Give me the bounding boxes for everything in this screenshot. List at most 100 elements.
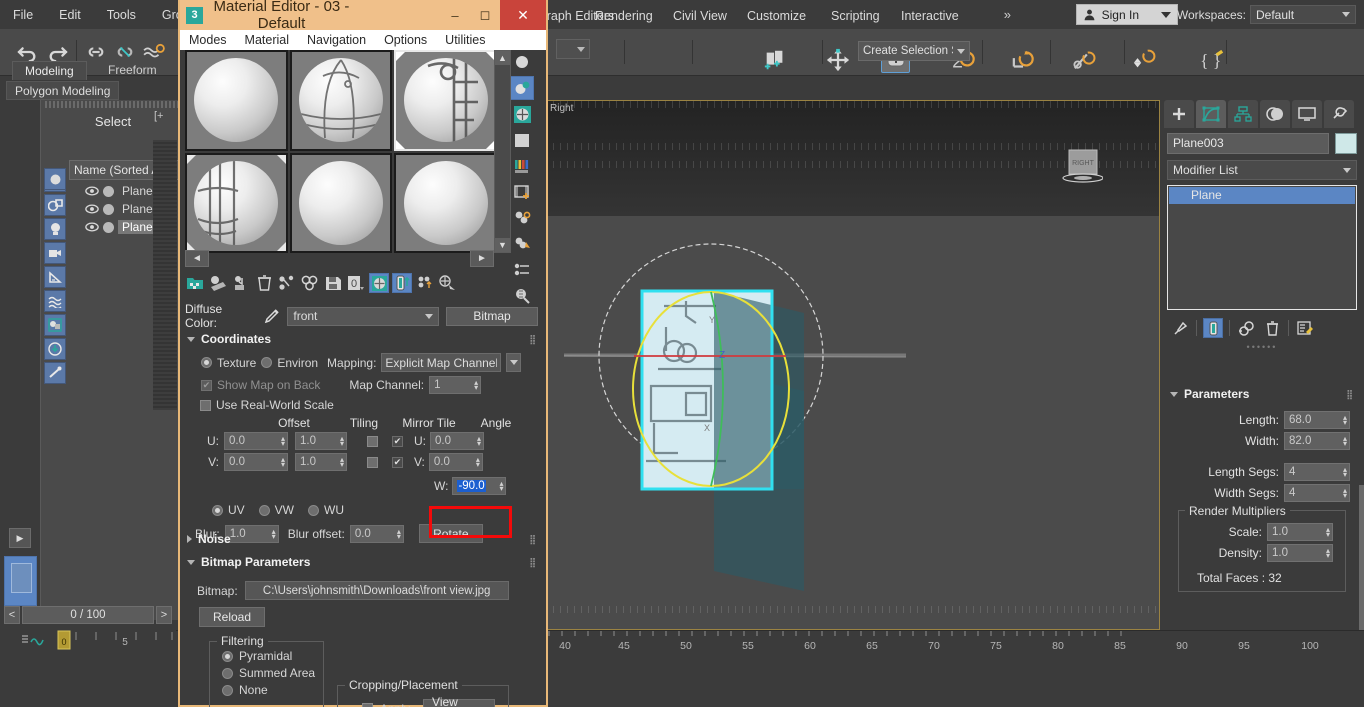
- object-color-swatch[interactable]: [1335, 133, 1357, 154]
- rollout-grip[interactable]: ⣿: [529, 557, 537, 568]
- spinner-arrows-icon[interactable]: ▴▾: [1343, 436, 1347, 446]
- me-menu-modes[interactable]: Modes: [180, 32, 236, 48]
- put-to-library-icon[interactable]: [323, 273, 343, 293]
- sub-object-vertex-icon[interactable]: [44, 168, 66, 190]
- bitmap-parameters-header[interactable]: Bitmap Parameters ⣿: [185, 551, 541, 573]
- ribbon-tab-freeform[interactable]: Freeform: [96, 61, 169, 80]
- spinner-arrows-icon[interactable]: ▴▾: [476, 457, 480, 467]
- reset-map-icon[interactable]: [254, 273, 274, 293]
- sign-in-button[interactable]: Sign In: [1076, 4, 1178, 25]
- workspace-dropdown[interactable]: Default: [1250, 5, 1356, 24]
- length-segs-field[interactable]: 4 ▴▾: [1284, 463, 1350, 481]
- make-unique-icon[interactable]: [300, 273, 320, 293]
- filtering-none-row[interactable]: None: [210, 680, 323, 697]
- backlight-icon[interactable]: [510, 76, 534, 100]
- ribbon-panel-polygon-modeling[interactable]: Polygon Modeling: [6, 81, 119, 100]
- u-offset-field[interactable]: 0.0 ▴▾: [224, 432, 288, 450]
- slot-next-button[interactable]: ►: [470, 250, 494, 267]
- maximize-icon[interactable]: ◻: [470, 0, 500, 30]
- u-mirror-checkbox[interactable]: [367, 436, 378, 447]
- me-menu-material[interactable]: Material: [236, 32, 298, 48]
- me-menu-navigation[interactable]: Navigation: [298, 32, 375, 48]
- v-mirror-checkbox[interactable]: [367, 457, 378, 468]
- sample-slot-1[interactable]: [185, 50, 288, 151]
- none-radio[interactable]: [222, 685, 233, 696]
- pyramidal-radio[interactable]: [222, 651, 233, 662]
- select-lights-icon[interactable]: [44, 218, 66, 240]
- background-checker-icon[interactable]: [510, 102, 534, 126]
- ribbon-tab-modeling[interactable]: Modeling: [12, 61, 87, 80]
- menu-item-interactive[interactable]: Interactive: [888, 5, 972, 27]
- mapping-dropdown-arrow[interactable]: [506, 353, 521, 372]
- show-map-on-back-checkbox[interactable]: ✔: [201, 380, 212, 391]
- w-angle-field[interactable]: -90.0 ▴▾: [452, 477, 506, 495]
- eye-icon[interactable]: [85, 221, 99, 233]
- menu-item-tools[interactable]: Tools: [94, 4, 149, 26]
- scroll-down-icon[interactable]: ▼: [495, 238, 510, 252]
- pin-stack-icon[interactable]: [1170, 318, 1190, 338]
- menu-overflow-icon[interactable]: »: [1004, 7, 1011, 22]
- object-name-field[interactable]: Plane003: [1167, 133, 1329, 154]
- select-helpers-icon[interactable]: [44, 266, 66, 288]
- go-to-parent-icon[interactable]: [415, 273, 435, 293]
- close-icon[interactable]: ✕: [500, 0, 546, 30]
- sample-slot-5[interactable]: [290, 153, 393, 254]
- prev-frame-button[interactable]: <: [4, 606, 20, 624]
- menu-item-scripting[interactable]: Scripting: [818, 5, 893, 27]
- material-id-channel-icon[interactable]: [510, 258, 534, 282]
- mapping-dropdown[interactable]: Explicit Map Channel: [381, 353, 501, 372]
- filtering-summed-area-row[interactable]: Summed Area: [210, 663, 323, 680]
- width-field[interactable]: 82.0 ▴▾: [1284, 432, 1350, 450]
- configure-modifier-sets-icon[interactable]: [1295, 318, 1315, 338]
- sample-slots-scrollbar[interactable]: ▲ ▼: [494, 50, 511, 253]
- utilities-tab-icon[interactable]: [1324, 100, 1354, 128]
- slot-prev-button[interactable]: ◄: [185, 250, 209, 267]
- percent-snap-icon[interactable]: [1071, 46, 1099, 74]
- make-preview-icon[interactable]: [510, 180, 534, 204]
- v-offset-field[interactable]: 0.0 ▴▾: [224, 453, 288, 471]
- show-shaded-material-in-viewport-icon[interactable]: [369, 273, 389, 293]
- go-forward-to-sibling-icon[interactable]: [438, 273, 458, 293]
- create-tab-icon[interactable]: [1164, 100, 1194, 128]
- material-editor-titlebar[interactable]: 3 Material Editor - 03 - Default – ◻ ✕: [180, 0, 546, 30]
- vw-radio[interactable]: [259, 505, 270, 516]
- select-spacewarps-icon[interactable]: [44, 290, 66, 312]
- reload-button[interactable]: Reload: [199, 607, 265, 627]
- view-image-button[interactable]: View Image: [423, 699, 495, 707]
- coordinates-rollout-header[interactable]: Coordinates ⣿: [185, 328, 541, 350]
- command-panel-scrollbar[interactable]: [1359, 485, 1364, 630]
- me-menu-options[interactable]: Options: [375, 32, 436, 48]
- spinner-arrows-icon[interactable]: ▴▾: [281, 457, 285, 467]
- spinner-arrows-icon[interactable]: ▴▾: [1343, 467, 1347, 477]
- track-bar[interactable]: 0 5: [0, 628, 176, 652]
- select-bones-icon[interactable]: [44, 362, 66, 384]
- select-object-icon[interactable]: [761, 46, 789, 74]
- expand-panel-button[interactable]: ▶: [9, 528, 31, 548]
- display-tab-icon[interactable]: [1292, 100, 1322, 128]
- use-real-world-scale-checkbox[interactable]: [200, 400, 211, 411]
- spinner-arrows-icon[interactable]: ▴▾: [1326, 548, 1330, 558]
- object-color-swatch[interactable]: [103, 186, 114, 197]
- spinner-arrows-icon[interactable]: ▴▾: [499, 481, 503, 491]
- eye-icon[interactable]: [85, 185, 99, 197]
- select-cameras-icon[interactable]: [44, 242, 66, 264]
- v-angle-field[interactable]: 0.0 ▴▾: [429, 453, 483, 471]
- panel-grip[interactable]: ••••••: [1160, 342, 1364, 352]
- selection-filter-dropdown[interactable]: [556, 39, 590, 59]
- scroll-up-icon[interactable]: ▲: [495, 51, 510, 65]
- rollout-grip[interactable]: ⣿: [529, 534, 537, 545]
- spinner-arrows-icon[interactable]: ▴▾: [1343, 488, 1347, 498]
- object-color-swatch[interactable]: [103, 222, 114, 233]
- map-channel-field[interactable]: 1 ▴▾: [429, 376, 481, 394]
- hierarchy-tab-icon[interactable]: [1228, 100, 1258, 128]
- viewport-right[interactable]: RIGHT: [545, 100, 1160, 630]
- object-color-swatch[interactable]: [103, 204, 114, 215]
- make-material-copy-icon[interactable]: [277, 273, 297, 293]
- menu-item-civil-view[interactable]: Civil View: [660, 5, 740, 27]
- options-icon[interactable]: [510, 206, 534, 230]
- summed-area-radio[interactable]: [222, 668, 233, 679]
- density-field[interactable]: 1.0 ▴▾: [1267, 544, 1333, 562]
- next-frame-button[interactable]: >: [156, 606, 172, 624]
- spinner-arrows-icon[interactable]: ▴▾: [477, 436, 481, 446]
- environ-radio[interactable]: [261, 357, 272, 368]
